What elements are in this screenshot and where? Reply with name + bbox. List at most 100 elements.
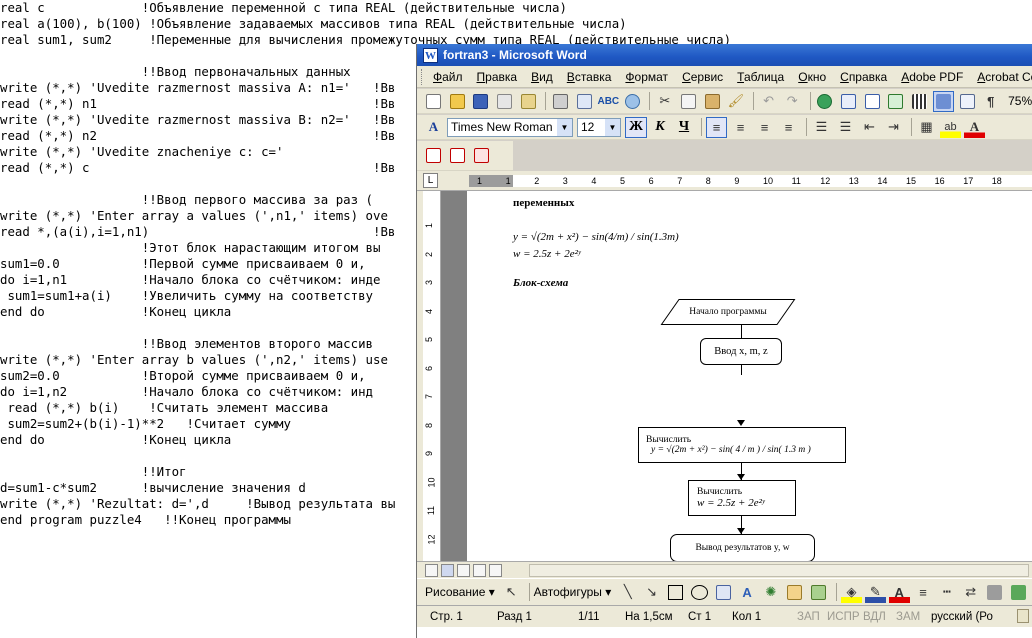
status-trk[interactable]: ИСПР [827, 611, 860, 623]
block-calc1[interactable]: Вычислить y = √(2m + x²) − sin( 4 / m ) … [638, 427, 846, 463]
menu-item[interactable]: Окно [791, 70, 833, 84]
redo-icon[interactable]: ↷ [782, 91, 803, 112]
font-color-button[interactable]: A [964, 116, 985, 138]
numbering-icon[interactable]: ☰ [811, 117, 832, 138]
format-painter-icon[interactable]: 🖌 [726, 91, 747, 112]
horizontal-scrollbar[interactable] [529, 563, 1029, 577]
fill-color-icon[interactable]: ◈ [841, 581, 862, 603]
email-icon[interactable] [518, 91, 539, 112]
font-size-select[interactable]: 12 ▼ [577, 117, 621, 137]
vertical-ruler[interactable]: 12345678910111213 [423, 191, 441, 561]
spelling-status-icon[interactable] [1017, 609, 1029, 623]
styles-icon[interactable]: A [423, 117, 444, 138]
cut-icon[interactable]: ✂ [654, 91, 675, 112]
diagram-icon[interactable]: ✺ [760, 582, 781, 603]
drawing-icon[interactable] [933, 90, 954, 112]
line-icon[interactable]: ╲ [617, 582, 638, 603]
arrow-style-icon[interactable]: ⇄ [960, 582, 981, 603]
justify-icon[interactable]: ≡ [778, 117, 799, 138]
underline-button[interactable]: Ч [673, 117, 695, 138]
insert-table-icon[interactable] [862, 91, 883, 112]
increase-indent-icon[interactable]: ⇥ [883, 117, 904, 138]
dash-style-icon[interactable]: ┅ [936, 582, 957, 603]
title-bar[interactable]: W fortran3 - Microsoft Word [417, 44, 1032, 66]
status-ovr[interactable]: ЗАМ [896, 611, 920, 623]
line-style-icon[interactable]: ≡ [913, 582, 934, 603]
permission-icon[interactable] [494, 91, 515, 112]
separator [649, 92, 651, 110]
tables-borders-icon[interactable] [838, 91, 859, 112]
menu-item[interactable]: Справка [833, 70, 894, 84]
copy-icon[interactable] [678, 91, 699, 112]
status-pages: 1/11 [578, 611, 600, 623]
print-icon[interactable] [550, 91, 571, 112]
tab-selector-icon[interactable]: L [423, 173, 438, 188]
status-rec[interactable]: ЗАП [797, 611, 820, 623]
horizontal-ruler[interactable]: L 1 1 2 3 4 5 6 7 8 9 10 11 12 13 14 15 16 17 18 [417, 171, 1032, 191]
status-ext[interactable]: ВДЛ [863, 611, 886, 623]
picture-icon[interactable] [808, 582, 829, 603]
menu-item[interactable]: Таблица [730, 70, 791, 84]
bullets-icon[interactable]: ☰ [835, 117, 856, 138]
menu-item[interactable]: Формат [618, 70, 675, 84]
autoshapes-menu[interactable]: Автофигуры ▾ [534, 585, 612, 599]
hyperlink-icon[interactable] [815, 91, 836, 112]
oval-icon[interactable] [689, 582, 710, 603]
textbox-icon[interactable] [713, 582, 734, 603]
document-page[interactable]: переменных y = √(2m + x²) − sin(4/m) / s… [467, 191, 1032, 561]
text-color-icon[interactable]: A [888, 581, 910, 603]
decrease-indent-icon[interactable]: ⇤ [859, 117, 880, 138]
italic-button[interactable]: К [649, 117, 671, 138]
rectangle-icon[interactable] [665, 582, 686, 603]
arrow-icon[interactable]: ↘ [641, 582, 662, 603]
outline-view-icon[interactable] [473, 563, 486, 577]
document-map-icon[interactable] [957, 91, 978, 112]
menu-item[interactable]: Вставка [560, 70, 619, 84]
new-document-icon[interactable] [423, 91, 444, 112]
paste-icon[interactable] [702, 91, 723, 112]
borders-icon[interactable]: ▦ [916, 117, 937, 138]
font-name-select[interactable]: Times New Roman ▼ [447, 117, 573, 137]
size-dropdown-icon[interactable]: ▼ [605, 118, 620, 136]
insert-excel-icon[interactable] [886, 91, 907, 112]
show-hide-icon[interactable]: ¶ [980, 91, 1001, 112]
columns-icon[interactable] [909, 91, 930, 112]
save-icon[interactable] [470, 91, 491, 112]
menu-item[interactable]: Сервис [675, 70, 730, 84]
normal-view-icon[interactable] [425, 563, 438, 577]
block-input[interactable]: Ввод x, m, z [700, 338, 782, 365]
research-icon[interactable] [622, 91, 643, 112]
shadow-icon[interactable] [984, 582, 1005, 603]
convert-pdf-review-icon[interactable] [471, 145, 492, 166]
align-left-icon[interactable]: ≡ [706, 116, 727, 138]
print-preview-icon[interactable] [574, 91, 595, 112]
line-color-icon[interactable]: ✎ [864, 581, 886, 603]
menu-item[interactable]: Правка [470, 70, 525, 84]
align-center-icon[interactable]: ≡ [730, 117, 751, 138]
align-right-icon[interactable]: ≡ [754, 117, 775, 138]
block-calc2[interactable]: Вычислить w = 2.5z + 2e²ʸ [688, 480, 796, 516]
drawing-menu[interactable]: Рисование ▾ [425, 585, 495, 599]
convert-pdf-icon[interactable] [423, 145, 444, 166]
print-layout-icon[interactable] [457, 563, 470, 577]
menu-item[interactable]: Вид [524, 70, 560, 84]
block-start[interactable]: Начало программы [660, 299, 796, 325]
bold-button[interactable]: Ж [625, 116, 647, 138]
reading-view-icon[interactable] [489, 563, 502, 577]
block-output[interactable]: Вывод результатов y, w [670, 534, 815, 561]
web-view-icon[interactable] [441, 563, 454, 577]
menu-item[interactable]: Acrobat Comme [970, 70, 1032, 84]
highlight-button[interactable]: ab [940, 116, 961, 138]
menu-item[interactable]: Файл [426, 70, 470, 84]
undo-icon[interactable]: ↶ [758, 91, 779, 112]
zoom-value[interactable]: 75% [1008, 94, 1032, 108]
clipart-icon[interactable] [784, 582, 805, 603]
convert-pdf-email-icon[interactable] [447, 145, 468, 166]
menu-item[interactable]: Adobe PDF [894, 70, 970, 84]
wordart-icon[interactable]: A [737, 582, 758, 603]
3d-icon[interactable] [1008, 582, 1029, 603]
spelling-icon[interactable]: ABC [597, 91, 619, 112]
font-dropdown-icon[interactable]: ▼ [557, 118, 572, 136]
open-icon[interactable] [447, 91, 468, 112]
select-objects-icon[interactable]: ↖ [501, 582, 522, 603]
